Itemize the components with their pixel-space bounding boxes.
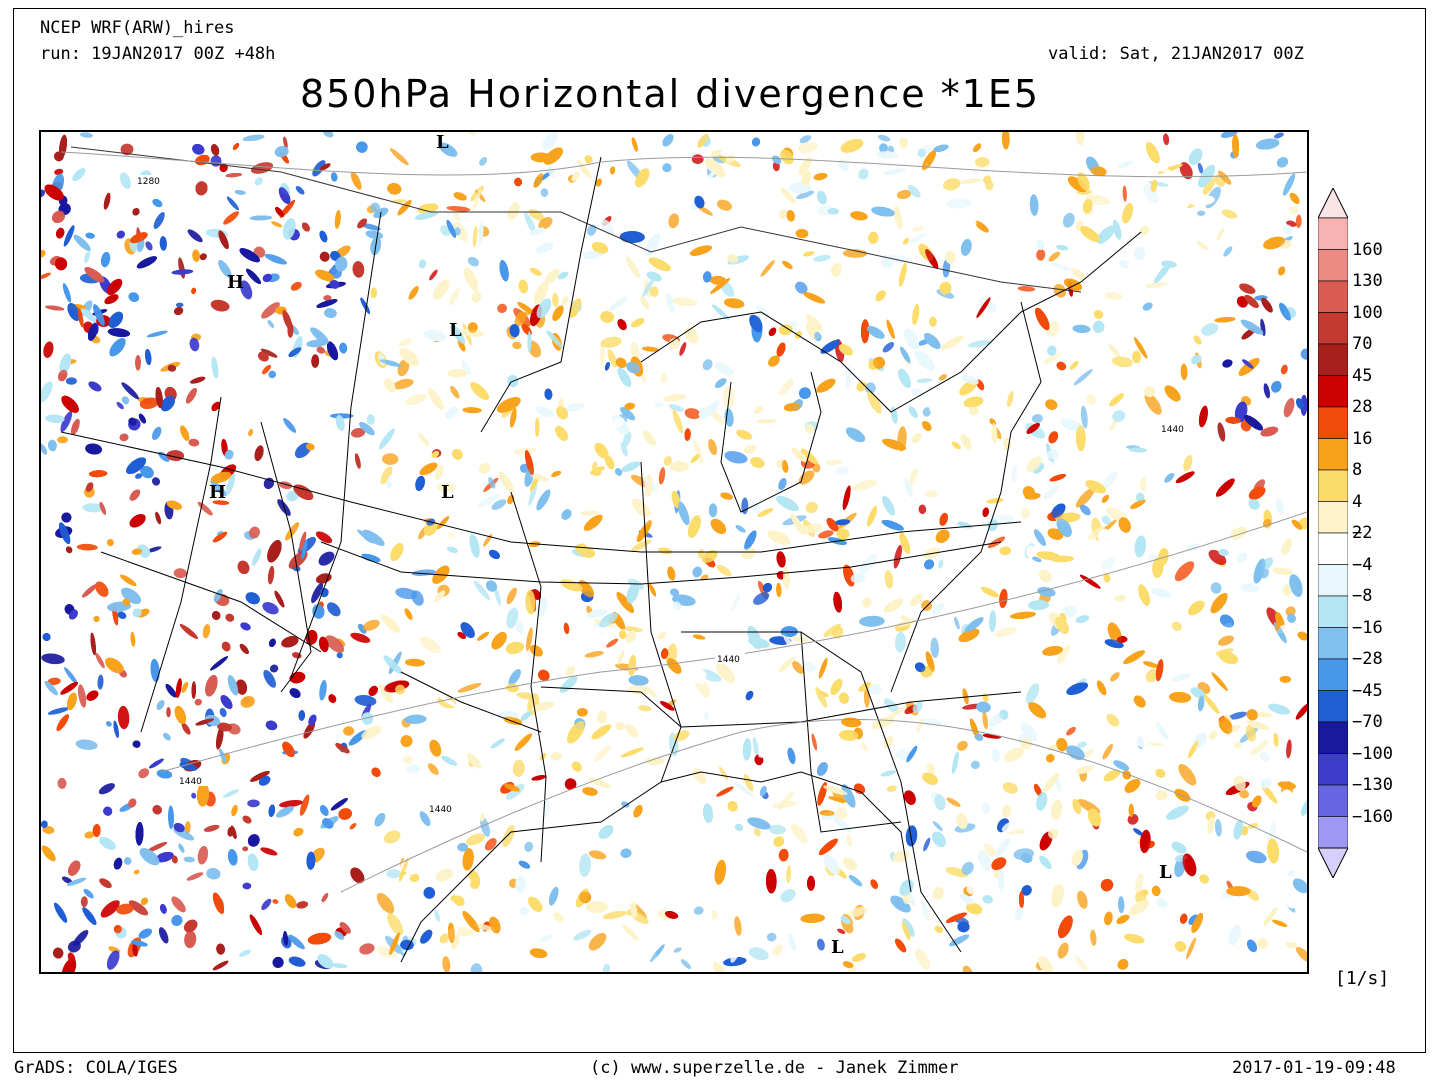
divergence-cell [527, 331, 532, 352]
divergence-cell [1139, 477, 1147, 492]
map-title: 850hPa Horizontal divergence *1E5 [299, 72, 1041, 116]
run-time: run: 19JAN2017 00Z +48h [40, 44, 276, 64]
valid-time: valid: Sat, 21JAN2017 00Z [1048, 44, 1304, 64]
divergence-cell [1132, 350, 1141, 364]
divergence-cell [662, 163, 672, 173]
map-canvas: HHLLLLL 12801440144014401440 [41, 132, 1307, 972]
divergence-cell [1279, 676, 1292, 683]
divergence-cell [708, 503, 718, 518]
divergence-cell [691, 154, 704, 165]
divergence-cell [135, 355, 141, 371]
divergence-map: HHLLLLL 1280 1440 1440 1440 1440 [39, 130, 1309, 974]
divergence-cell [530, 152, 551, 163]
model-name: NCEP WRF(ARW)_hires [40, 18, 235, 38]
divergence-cell [247, 799, 260, 808]
divergence-cell [1226, 886, 1251, 897]
divergence-cell [1016, 400, 1025, 407]
divergence-cell [807, 875, 815, 891]
divergence-cell [166, 707, 171, 718]
